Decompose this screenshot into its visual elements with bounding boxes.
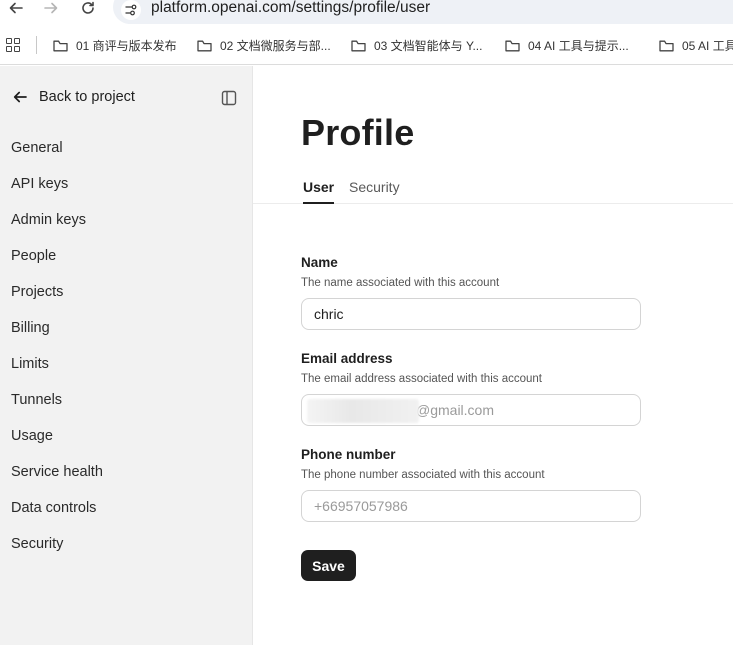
sidebar-item-admin-keys[interactable]: Admin keys bbox=[11, 211, 103, 247]
phone-field-group: Phone number The phone number associated… bbox=[301, 447, 641, 522]
sidebar-item-usage[interactable]: Usage bbox=[11, 427, 103, 463]
address-bar[interactable]: platform.openai.com/settings/profile/use… bbox=[113, 0, 733, 24]
profile-page: Profile User Security Name The name asso… bbox=[253, 66, 733, 645]
back-to-project-label: Back to project bbox=[39, 89, 135, 105]
phone-input[interactable] bbox=[301, 490, 641, 522]
name-help-text: The name associated with this account bbox=[301, 277, 500, 289]
sidebar-item-service-health[interactable]: Service health bbox=[11, 463, 103, 499]
tab-user[interactable]: User bbox=[303, 179, 335, 204]
forward-nav-button[interactable] bbox=[40, 0, 62, 19]
folder-icon bbox=[197, 40, 212, 51]
name-label: Name bbox=[301, 255, 338, 270]
tab-security[interactable]: Security bbox=[349, 179, 400, 204]
arrow-right-icon bbox=[44, 2, 58, 14]
site-info-icon bbox=[125, 4, 137, 16]
settings-sidebar: Back to project General API keys Admin k… bbox=[0, 66, 253, 645]
save-button[interactable]: Save bbox=[301, 550, 356, 581]
back-to-project-link[interactable]: Back to project bbox=[12, 89, 135, 105]
sidebar-item-security[interactable]: Security bbox=[11, 535, 103, 571]
phone-label: Phone number bbox=[301, 447, 396, 462]
bookmark-label: 05 AI 工具 bbox=[682, 39, 733, 53]
profile-tabs: User Security bbox=[253, 176, 733, 204]
reload-icon bbox=[82, 1, 94, 14]
name-field-group: Name The name associated with this accou… bbox=[301, 255, 641, 330]
page-title: Profile bbox=[301, 112, 415, 153]
bookmarks-bar: 01 商评与版本发布 02 文档微服务与部... 03 文档智能体与 Y... … bbox=[0, 26, 733, 65]
bookmarks-divider bbox=[36, 36, 37, 54]
bookmark-label: 04 AI 工具与提示... bbox=[528, 39, 629, 53]
bookmark-folder[interactable]: 02 文档微服务与部... bbox=[197, 37, 331, 54]
phone-help-text: The phone number associated with this ac… bbox=[301, 469, 545, 481]
name-input[interactable] bbox=[301, 298, 641, 330]
folder-icon bbox=[505, 40, 520, 51]
sidebar-item-people[interactable]: People bbox=[11, 247, 103, 283]
bookmark-folder[interactable]: 05 AI 工具 bbox=[659, 37, 733, 54]
sidebar-item-projects[interactable]: Projects bbox=[11, 283, 103, 319]
sidebar-item-data-controls[interactable]: Data controls bbox=[11, 499, 103, 535]
folder-icon bbox=[53, 40, 68, 51]
site-info-button[interactable] bbox=[121, 0, 141, 20]
bookmark-folder[interactable]: 03 文档智能体与 Y... bbox=[351, 37, 482, 54]
redacted-region bbox=[307, 399, 419, 423]
bookmark-label: 02 文档微服务与部... bbox=[220, 39, 331, 53]
bookmark-folder[interactable]: 01 商评与版本发布 bbox=[53, 37, 177, 54]
arrow-left-icon bbox=[9, 2, 23, 14]
apps-grid-icon[interactable] bbox=[6, 38, 20, 52]
back-nav-button[interactable] bbox=[5, 0, 27, 19]
reload-button[interactable] bbox=[77, 0, 99, 19]
back-arrow-icon bbox=[13, 91, 27, 103]
sidebar-item-general[interactable]: General bbox=[11, 139, 103, 175]
email-help-text: The email address associated with this a… bbox=[301, 373, 542, 385]
sidebar-toggle-icon[interactable] bbox=[221, 90, 237, 106]
bookmark-label: 01 商评与版本发布 bbox=[76, 39, 177, 53]
folder-icon bbox=[659, 40, 674, 51]
settings-nav: General API keys Admin keys People Proje… bbox=[11, 139, 103, 571]
bookmark-label: 03 文档智能体与 Y... bbox=[374, 39, 483, 53]
sidebar-item-tunnels[interactable]: Tunnels bbox=[11, 391, 103, 427]
browser-toolbar: platform.openai.com/settings/profile/use… bbox=[0, 0, 733, 26]
bookmark-folder[interactable]: 04 AI 工具与提示... bbox=[505, 37, 629, 54]
url-text: platform.openai.com/settings/profile/use… bbox=[151, 0, 431, 16]
folder-icon bbox=[351, 40, 366, 51]
email-label: Email address bbox=[301, 351, 393, 366]
sidebar-item-billing[interactable]: Billing bbox=[11, 319, 103, 355]
email-field-group: Email address The email address associat… bbox=[301, 351, 641, 426]
sidebar-item-limits[interactable]: Limits bbox=[11, 355, 103, 391]
sidebar-item-api-keys[interactable]: API keys bbox=[11, 175, 103, 211]
